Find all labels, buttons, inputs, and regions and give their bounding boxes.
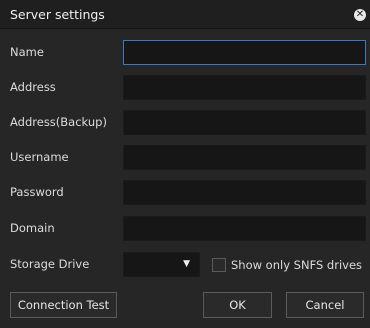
password-input[interactable] (123, 180, 366, 205)
domain-input[interactable] (123, 216, 366, 241)
dialog-content: Name Address Address(Backup) Username Pa… (0, 29, 370, 328)
window-title: Server settings (10, 7, 105, 22)
name-input[interactable] (123, 40, 366, 65)
username-label: Username (10, 150, 69, 164)
close-icon[interactable]: ✕ (354, 9, 366, 21)
domain-label: Domain (10, 221, 55, 235)
cancel-button[interactable]: Cancel (286, 292, 364, 318)
address-label: Address (10, 80, 56, 94)
address-input[interactable] (123, 75, 366, 100)
username-input[interactable] (123, 145, 366, 170)
password-label: Password (10, 185, 64, 199)
connection-test-button[interactable]: Connection Test (10, 292, 117, 318)
snfs-only-checkbox[interactable] (212, 258, 226, 272)
address-backup-input[interactable] (123, 110, 366, 135)
address-backup-label: Address(Backup) (10, 115, 107, 129)
chevron-down-icon: ▼ (183, 259, 190, 269)
title-bar: Server settings ✕ (0, 0, 370, 29)
storage-drive-label: Storage Drive (10, 257, 90, 271)
snfs-only-label[interactable]: Show only SNFS drives (231, 258, 362, 272)
storage-drive-select[interactable]: ▼ (123, 252, 200, 277)
ok-button[interactable]: OK (203, 292, 272, 318)
name-label: Name (10, 45, 44, 59)
